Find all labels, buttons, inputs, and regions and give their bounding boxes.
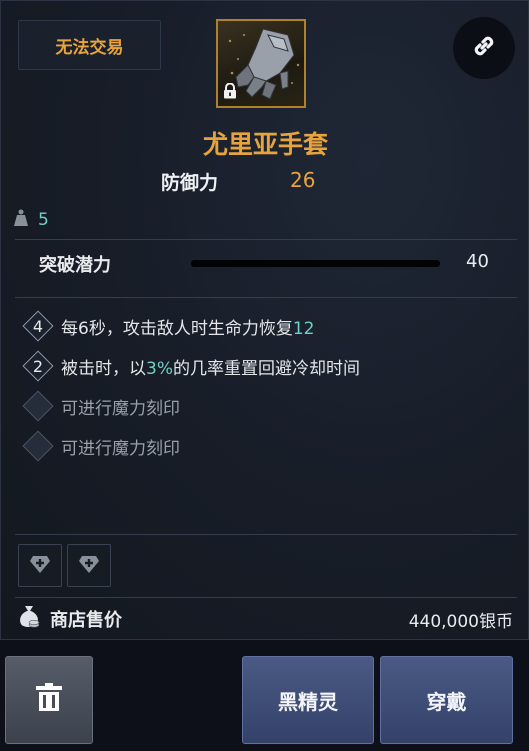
breakthrough-value: 40 [466, 251, 489, 272]
price-value: 440,000银币 [408, 611, 513, 632]
link-icon [469, 31, 499, 65]
link-button[interactable] [453, 17, 515, 79]
shop-price-row: 商店售价 440,000银币 [18, 604, 513, 634]
empty-diamond-icon [23, 391, 53, 421]
gauntlet-icon[interactable] [216, 19, 306, 108]
divider [15, 597, 517, 598]
engrave-slot[interactable]: 可进行魔力刻印 [23, 431, 180, 461]
equip-button-label: 穿戴 [426, 689, 467, 714]
effect-row: 4 每6秒，攻击敌人时生命力恢复12 [23, 311, 315, 341]
gem-socket[interactable] [18, 544, 62, 587]
equip-button[interactable]: 穿戴 [380, 656, 513, 744]
item-tooltip-panel: 无法交易 尤里亚手套 防御力 26 5 突破潜力 40 4 每6秒，攻击敌人时生… [0, 0, 529, 640]
dark-elf-button[interactable]: 黑精灵 [242, 656, 374, 744]
discard-button[interactable] [5, 656, 93, 744]
engrave-slot-label: 可进行魔力刻印 [61, 438, 180, 459]
defense-value: 26 [290, 168, 316, 192]
untradeable-label: 无法交易 [55, 37, 124, 58]
price-label: 商店售价 [50, 610, 122, 631]
gem-socket-icon [29, 554, 51, 578]
engrave-slot-label: 可进行魔力刻印 [61, 398, 180, 419]
effect-row: 2 被击时，以3%的几率重置回避冷却时间 [23, 351, 360, 381]
breakthrough-label: 突破潜力 [39, 255, 111, 276]
trash-icon [34, 682, 64, 719]
money-bag-icon [18, 604, 40, 634]
empty-diamond-icon [23, 431, 53, 461]
divider [15, 297, 517, 298]
weight-icon [12, 208, 30, 232]
lock-icon [223, 82, 237, 103]
untradeable-badge: 无法交易 [18, 20, 161, 70]
gem-socket[interactable] [67, 544, 111, 587]
divider [15, 239, 517, 240]
divider [15, 534, 517, 535]
defense-label: 防御力 [161, 172, 219, 194]
dark-elf-button-label: 黑精灵 [278, 689, 338, 714]
engrave-slot[interactable]: 可进行魔力刻印 [23, 391, 180, 421]
effect-level-badge: 4 [23, 311, 53, 341]
effect-text: 被击时，以3%的几率重置回避冷却时间 [61, 358, 360, 379]
effect-level-badge: 2 [23, 351, 53, 381]
effect-text: 每6秒，攻击敌人时生命力恢复12 [61, 318, 315, 339]
weight-value: 5 [38, 210, 49, 230]
weight-row: 5 [12, 208, 49, 232]
item-name: 尤里亚手套 [202, 130, 328, 159]
gem-socket-icon [78, 554, 100, 578]
breakthrough-bar [191, 260, 440, 267]
